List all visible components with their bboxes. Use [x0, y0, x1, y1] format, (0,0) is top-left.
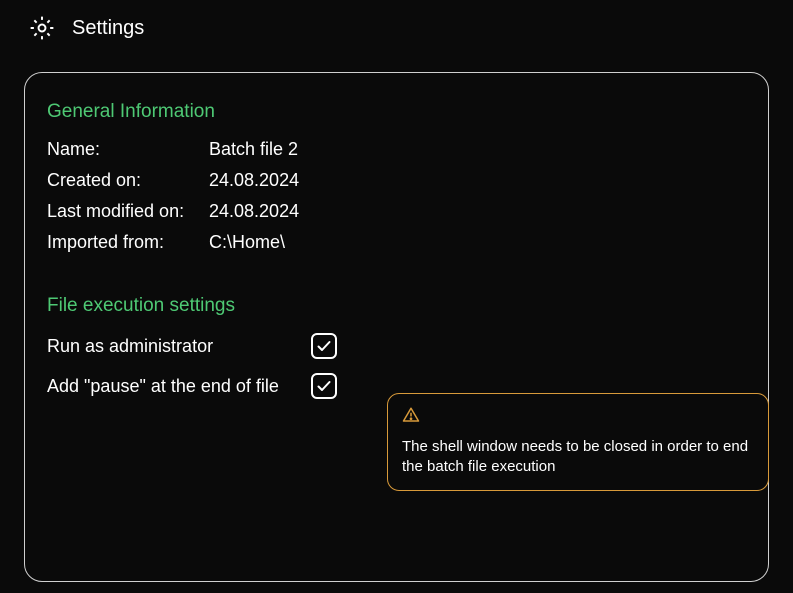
- imported-value: C:\Home\: [209, 232, 285, 253]
- warning-icon: [402, 406, 754, 429]
- created-value: 24.08.2024: [209, 170, 299, 191]
- name-value: Batch file 2: [209, 139, 298, 160]
- settings-panel: General Information Name: Batch file 2 C…: [24, 72, 769, 582]
- app-header: Settings: [0, 0, 793, 56]
- info-row-modified: Last modified on: 24.08.2024: [47, 201, 746, 222]
- check-icon: [316, 378, 332, 394]
- pause-checkbox[interactable]: [311, 373, 337, 399]
- warning-text: The shell window needs to be closed in o…: [402, 437, 754, 478]
- modified-label: Last modified on:: [47, 201, 209, 222]
- warning-callout: The shell window needs to be closed in o…: [387, 393, 769, 491]
- page-title: Settings: [72, 17, 144, 40]
- pause-label: Add "pause" at the end of file: [47, 376, 311, 397]
- info-row-created: Created on: 24.08.2024: [47, 170, 746, 191]
- imported-label: Imported from:: [47, 232, 209, 253]
- created-label: Created on:: [47, 170, 209, 191]
- name-label: Name:: [47, 139, 209, 160]
- admin-checkbox[interactable]: [311, 333, 337, 359]
- check-icon: [316, 338, 332, 354]
- exec-row-admin: Run as administrator: [47, 333, 746, 359]
- section-exec-title: File execution settings: [47, 295, 746, 317]
- modified-value: 24.08.2024: [209, 201, 299, 222]
- admin-label: Run as administrator: [47, 336, 311, 357]
- info-row-imported: Imported from: C:\Home\: [47, 232, 746, 253]
- info-row-name: Name: Batch file 2: [47, 139, 746, 160]
- section-general-title: General Information: [47, 101, 746, 123]
- gear-icon: [28, 14, 56, 42]
